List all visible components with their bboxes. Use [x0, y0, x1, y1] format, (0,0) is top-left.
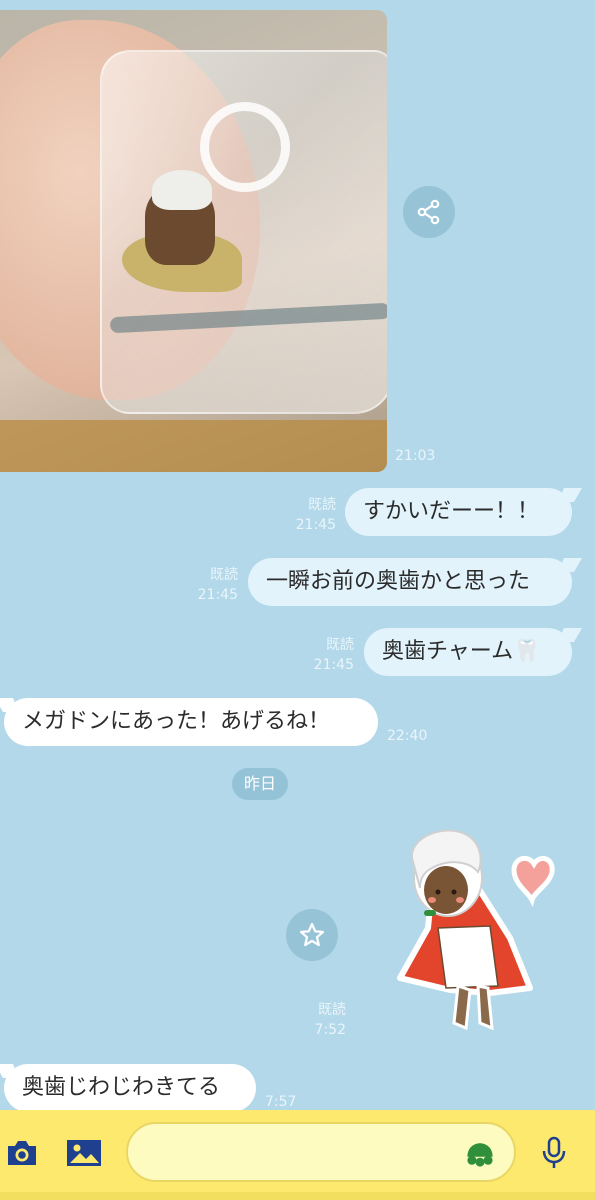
message-timestamp: 7:52 [314, 1022, 346, 1038]
read-status-1: 既読 21:45 [280, 495, 336, 535]
message-text: すかいだーー！！ [363, 499, 540, 524]
image-icon [67, 1140, 101, 1166]
character-sticker[interactable] [380, 818, 560, 1048]
sent-message-bubble[interactable]: 奥歯チャーム🦷 [364, 628, 572, 676]
heart-icon [511, 855, 555, 908]
share-button[interactable] [403, 186, 455, 238]
sticker-read-status: 既読 7:52 [290, 1000, 346, 1040]
sent-message-bubble[interactable]: すかいだーー！！ [345, 488, 572, 536]
photo-timestamp: 21:03 [395, 448, 436, 464]
read-status-3: 既読 21:45 [298, 635, 354, 675]
sticker-button[interactable] [462, 1136, 498, 1172]
message-timestamp: 21:45 [295, 517, 336, 533]
favorite-sticker-button[interactable] [286, 909, 338, 961]
date-divider: 昨日 [232, 768, 288, 800]
photo-background [0, 420, 387, 472]
received-message-bubble[interactable]: 奥歯じわじわきてる [4, 1064, 256, 1112]
bottom-strip [0, 1192, 595, 1200]
star-icon [299, 922, 325, 947]
message-text: メガドンにあった！あげるね！ [22, 709, 331, 734]
sent-message-bubble[interactable]: 一瞬お前の奥歯かと思った [248, 558, 572, 606]
message-text: 奥歯じわじわきてる [22, 1075, 221, 1100]
message-text: 一瞬お前の奥歯かと思った [266, 569, 531, 594]
read-status-2: 既読 21:45 [182, 565, 238, 605]
photo-message[interactable] [0, 10, 387, 472]
read-label: 既読 [318, 1002, 346, 1018]
camera-button[interactable] [4, 1135, 40, 1171]
share-icon [417, 199, 440, 225]
gallery-button[interactable] [66, 1135, 102, 1171]
read-label: 既読 [210, 567, 238, 583]
sticker-icon [467, 1143, 493, 1167]
received-message-bubble[interactable]: メガドンにあった！あげるね！ [4, 698, 378, 746]
message-timestamp: 21:45 [197, 587, 238, 603]
message-input[interactable] [126, 1122, 516, 1182]
photo-keyring [200, 102, 290, 192]
message-timestamp: 7:57 [265, 1094, 297, 1110]
message-timestamp: 22:40 [387, 728, 428, 744]
message-timestamp: 21:45 [313, 657, 354, 673]
message-text: 奥歯チャーム🦷 [382, 639, 541, 664]
read-label: 既読 [326, 637, 354, 653]
voice-input-button[interactable] [536, 1135, 572, 1171]
photo-charm-hair [152, 170, 212, 210]
camera-icon [8, 1141, 36, 1165]
read-label: 既読 [308, 497, 336, 513]
microphone-icon [542, 1136, 566, 1168]
